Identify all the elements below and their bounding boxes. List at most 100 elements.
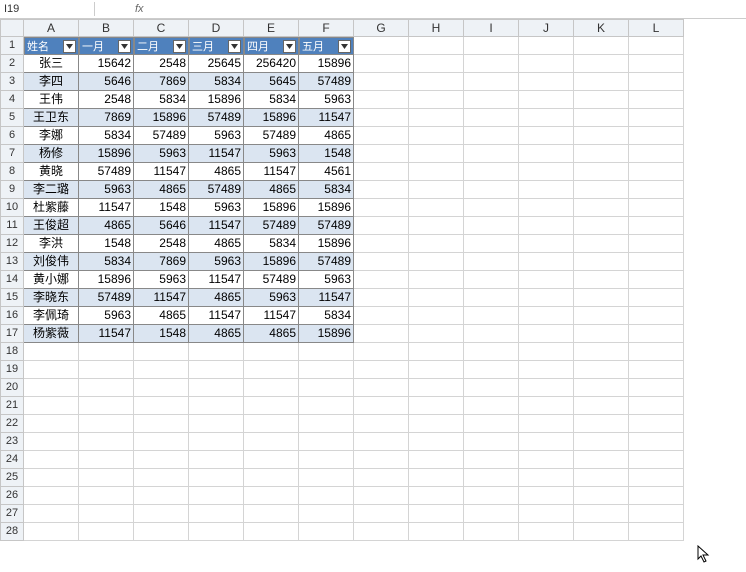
data-cell[interactable]: 1548 (134, 199, 189, 217)
empty-cell[interactable] (189, 361, 244, 379)
empty-cell[interactable] (189, 343, 244, 361)
name-cell[interactable]: 李二璐 (24, 181, 79, 199)
empty-cell[interactable] (24, 343, 79, 361)
row-header[interactable]: 24 (0, 451, 24, 469)
empty-cell[interactable] (519, 127, 574, 145)
empty-cell[interactable] (464, 307, 519, 325)
empty-cell[interactable] (354, 235, 409, 253)
data-cell[interactable]: 5834 (299, 307, 354, 325)
empty-cell[interactable] (354, 217, 409, 235)
table-header-cell[interactable]: 五月 (299, 37, 354, 55)
data-cell[interactable]: 57489 (134, 127, 189, 145)
empty-cell[interactable] (299, 397, 354, 415)
empty-cell[interactable] (79, 415, 134, 433)
empty-cell[interactable] (354, 523, 409, 541)
column-header-I[interactable]: I (464, 19, 519, 37)
row-header[interactable]: 26 (0, 487, 24, 505)
row-header[interactable]: 12 (0, 235, 24, 253)
empty-cell[interactable] (134, 469, 189, 487)
name-cell[interactable]: 黄小娜 (24, 271, 79, 289)
data-cell[interactable]: 4865 (189, 163, 244, 181)
data-cell[interactable]: 5963 (134, 271, 189, 289)
empty-cell[interactable] (134, 379, 189, 397)
empty-cell[interactable] (519, 181, 574, 199)
empty-cell[interactable] (409, 415, 464, 433)
empty-cell[interactable] (519, 289, 574, 307)
data-cell[interactable]: 4865 (189, 325, 244, 343)
empty-cell[interactable] (354, 325, 409, 343)
empty-cell[interactable] (354, 91, 409, 109)
row-header[interactable]: 5 (0, 109, 24, 127)
row-header[interactable]: 16 (0, 307, 24, 325)
empty-cell[interactable] (464, 415, 519, 433)
data-cell[interactable]: 11547 (299, 109, 354, 127)
empty-cell[interactable] (519, 343, 574, 361)
empty-cell[interactable] (629, 181, 684, 199)
empty-cell[interactable] (189, 451, 244, 469)
empty-cell[interactable] (464, 433, 519, 451)
empty-cell[interactable] (574, 523, 629, 541)
empty-cell[interactable] (354, 451, 409, 469)
empty-cell[interactable] (574, 181, 629, 199)
empty-cell[interactable] (464, 235, 519, 253)
empty-cell[interactable] (519, 397, 574, 415)
data-cell[interactable]: 5645 (244, 73, 299, 91)
empty-cell[interactable] (409, 397, 464, 415)
filter-dropdown-icon[interactable] (338, 40, 351, 53)
empty-cell[interactable] (24, 397, 79, 415)
empty-cell[interactable] (629, 415, 684, 433)
empty-cell[interactable] (629, 217, 684, 235)
select-all-corner[interactable] (0, 19, 24, 37)
data-cell[interactable]: 5963 (79, 181, 134, 199)
empty-cell[interactable] (574, 379, 629, 397)
empty-cell[interactable] (354, 271, 409, 289)
data-cell[interactable]: 2548 (134, 55, 189, 73)
empty-cell[interactable] (299, 523, 354, 541)
empty-cell[interactable] (464, 361, 519, 379)
empty-cell[interactable] (629, 91, 684, 109)
empty-cell[interactable] (464, 469, 519, 487)
empty-cell[interactable] (244, 469, 299, 487)
column-header-L[interactable]: L (629, 19, 684, 37)
filter-dropdown-icon[interactable] (283, 40, 296, 53)
empty-cell[interactable] (354, 55, 409, 73)
empty-cell[interactable] (574, 109, 629, 127)
data-cell[interactable]: 5646 (134, 217, 189, 235)
empty-cell[interactable] (134, 451, 189, 469)
empty-cell[interactable] (354, 109, 409, 127)
filter-dropdown-icon[interactable] (63, 40, 76, 53)
empty-cell[interactable] (574, 505, 629, 523)
name-cell[interactable]: 王卫东 (24, 109, 79, 127)
empty-cell[interactable] (519, 307, 574, 325)
empty-cell[interactable] (574, 325, 629, 343)
data-cell[interactable]: 5963 (299, 91, 354, 109)
empty-cell[interactable] (79, 469, 134, 487)
data-cell[interactable]: 5963 (189, 127, 244, 145)
empty-cell[interactable] (244, 379, 299, 397)
empty-cell[interactable] (354, 397, 409, 415)
empty-cell[interactable] (189, 397, 244, 415)
empty-cell[interactable] (409, 379, 464, 397)
empty-cell[interactable] (409, 451, 464, 469)
table-header-cell[interactable]: 四月 (244, 37, 299, 55)
empty-cell[interactable] (354, 361, 409, 379)
data-cell[interactable]: 25645 (189, 55, 244, 73)
data-cell[interactable]: 5834 (134, 91, 189, 109)
empty-cell[interactable] (79, 379, 134, 397)
data-cell[interactable]: 1548 (79, 235, 134, 253)
empty-cell[interactable] (189, 523, 244, 541)
empty-cell[interactable] (299, 469, 354, 487)
filter-dropdown-icon[interactable] (228, 40, 241, 53)
empty-cell[interactable] (244, 523, 299, 541)
empty-cell[interactable] (629, 379, 684, 397)
data-cell[interactable]: 4865 (79, 217, 134, 235)
name-cell[interactable]: 李佩琦 (24, 307, 79, 325)
row-header[interactable]: 6 (0, 127, 24, 145)
empty-cell[interactable] (629, 55, 684, 73)
empty-cell[interactable] (519, 55, 574, 73)
empty-cell[interactable] (24, 361, 79, 379)
row-header[interactable]: 2 (0, 55, 24, 73)
row-header[interactable]: 8 (0, 163, 24, 181)
empty-cell[interactable] (519, 199, 574, 217)
empty-cell[interactable] (519, 433, 574, 451)
